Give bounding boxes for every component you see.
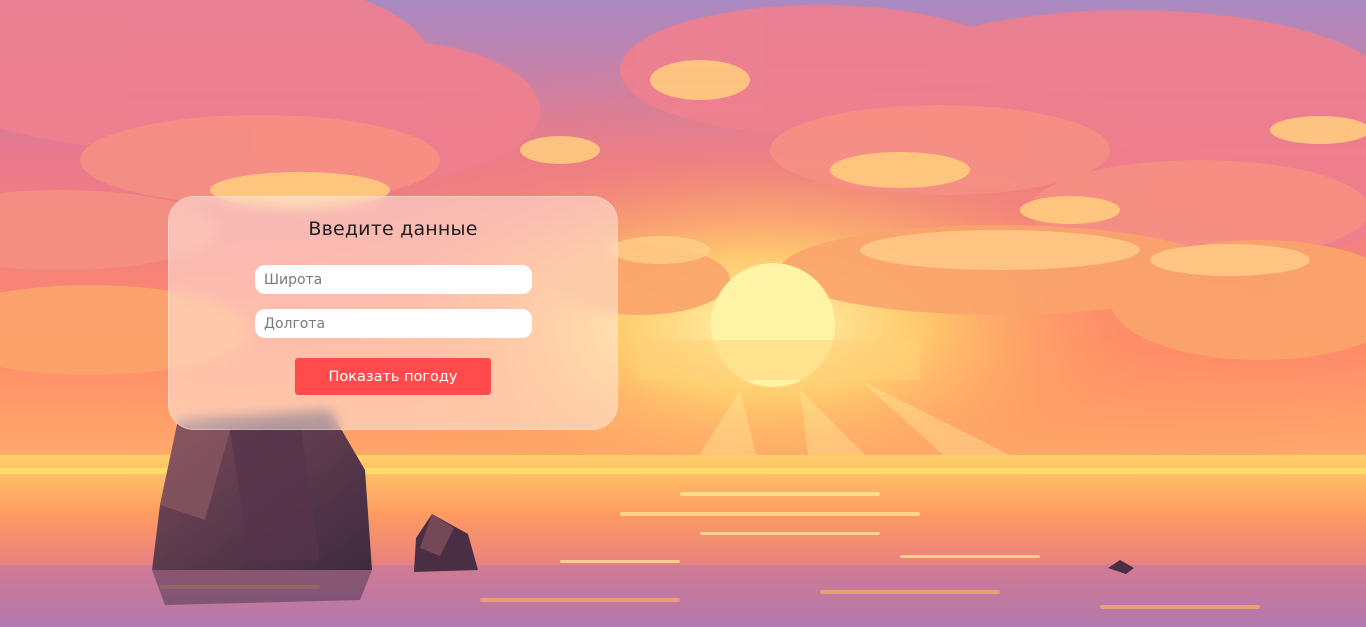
- show-weather-button[interactable]: Показать погоду: [295, 358, 491, 395]
- longitude-input[interactable]: [255, 309, 532, 338]
- form-title: Введите данные: [308, 218, 478, 240]
- latitude-input[interactable]: [255, 265, 532, 294]
- coordinates-form-card: Введите данные Показать погоду: [168, 196, 618, 430]
